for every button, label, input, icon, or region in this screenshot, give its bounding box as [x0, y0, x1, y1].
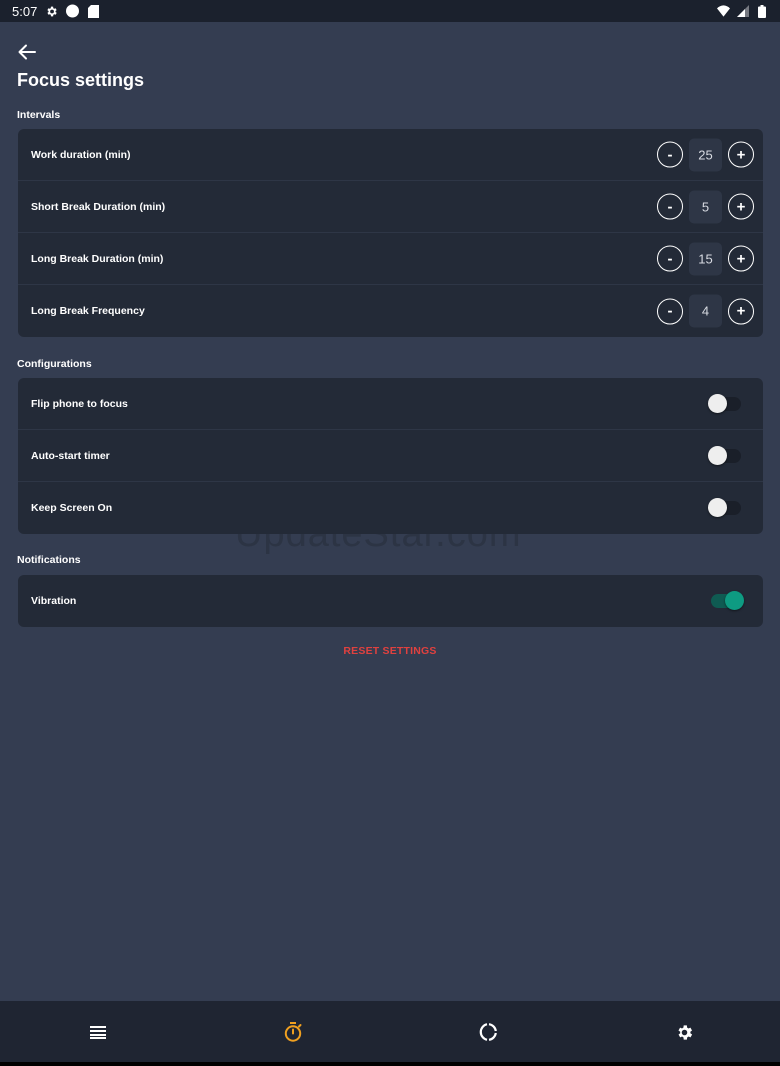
interval-row-long-break: Long Break Duration (min) - 15 +	[18, 233, 763, 285]
battery-icon	[755, 4, 768, 18]
interval-row-long-break-frequency: Long Break Frequency - 4 +	[18, 285, 763, 337]
timer-icon	[284, 1022, 302, 1042]
work-duration-stepper: - 25 +	[657, 138, 754, 171]
config-label: Keep Screen On	[31, 502, 113, 514]
notifications-card: Vibration	[18, 575, 763, 627]
toggle-thumb	[725, 591, 744, 610]
decrement-button[interactable]: -	[657, 298, 683, 324]
gear-icon	[45, 5, 58, 18]
toggle-thumb	[708, 445, 727, 465]
decrement-button[interactable]: -	[657, 193, 683, 220]
page-title: Focus settings	[17, 70, 145, 90]
status-bar: 5:07	[0, 0, 780, 22]
stats-icon	[479, 1023, 497, 1041]
interval-label: Short Break Duration (min)	[31, 200, 166, 213]
nav-settings-button[interactable]	[673, 1021, 695, 1043]
system-bar	[0, 1062, 780, 1066]
configurations-card: Flip phone to focus Auto-start timer Kee…	[18, 378, 763, 534]
notification-label: Vibration	[31, 595, 77, 607]
nav-list-button[interactable]	[87, 1021, 109, 1043]
bottom-navigation	[0, 1001, 780, 1062]
circle-icon	[66, 4, 80, 18]
increment-button[interactable]: +	[728, 298, 754, 324]
list-icon	[90, 1026, 106, 1039]
interval-label: Long Break Duration (min)	[31, 252, 164, 265]
section-notifications-label: Notifications	[17, 554, 81, 566]
notification-row-vibration: Vibration	[18, 575, 763, 627]
nav-stats-button[interactable]	[477, 1021, 499, 1043]
settings-icon	[677, 1024, 692, 1040]
stepper-value[interactable]: 4	[689, 294, 722, 328]
auto-start-toggle[interactable]	[708, 445, 741, 465]
status-time: 5:07	[12, 3, 38, 19]
config-label: Flip phone to focus	[31, 397, 128, 410]
increment-button[interactable]: +	[728, 245, 754, 272]
decrement-button[interactable]: -	[657, 141, 683, 168]
reset-settings-button[interactable]: RESET SETTINGS	[0, 645, 780, 657]
flip-phone-toggle[interactable]	[708, 393, 741, 413]
interval-label: Work duration (min)	[31, 148, 131, 161]
intervals-card: Work duration (min) - 25 + Short Break D…	[18, 129, 763, 337]
config-row-auto-start: Auto-start timer	[18, 430, 763, 482]
wifi-icon	[717, 5, 730, 18]
long-break-frequency-stepper: - 4 +	[657, 294, 754, 328]
long-break-stepper: - 15 +	[657, 242, 754, 275]
toggle-thumb	[708, 498, 727, 517]
short-break-stepper: - 5 +	[657, 190, 754, 223]
stepper-value[interactable]: 25	[689, 138, 722, 171]
interval-label: Long Break Frequency	[31, 305, 145, 317]
config-row-flip-phone: Flip phone to focus	[18, 378, 763, 430]
back-button[interactable]	[14, 40, 40, 64]
interval-row-work: Work duration (min) - 25 +	[18, 129, 763, 181]
nav-timer-button[interactable]	[282, 1021, 304, 1043]
section-configurations-label: Configurations	[17, 358, 92, 370]
config-label: Auto-start timer	[31, 449, 110, 462]
section-intervals-label: Intervals	[17, 109, 61, 121]
signal-icon	[736, 5, 749, 18]
decrement-button[interactable]: -	[657, 245, 683, 272]
increment-button[interactable]: +	[728, 193, 754, 220]
keep-screen-on-toggle[interactable]	[708, 498, 741, 517]
stepper-value[interactable]: 15	[689, 242, 722, 275]
config-row-keep-screen-on: Keep Screen On	[18, 482, 763, 534]
stepper-value[interactable]: 5	[689, 190, 722, 223]
arrow-back-icon	[18, 44, 36, 60]
interval-row-short-break: Short Break Duration (min) - 5 +	[18, 181, 763, 233]
sd-card-icon	[87, 4, 100, 18]
vibration-toggle[interactable]	[711, 591, 744, 610]
toggle-thumb	[708, 393, 727, 413]
increment-button[interactable]: +	[728, 141, 754, 168]
